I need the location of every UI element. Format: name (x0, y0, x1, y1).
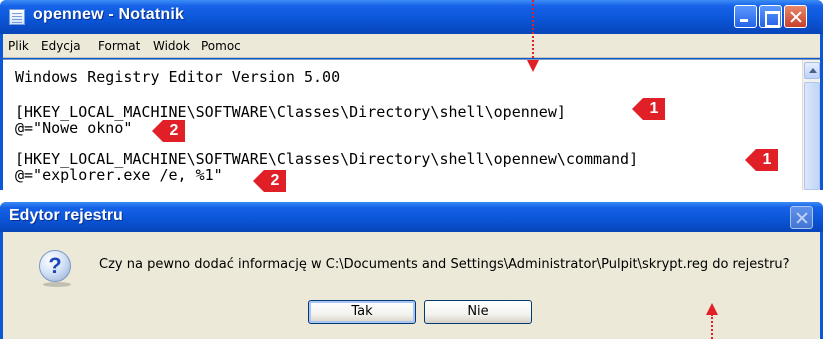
registry-editor-dialog: Edytor rejestru ? Czy na pewno dodać inf… (0, 202, 823, 339)
text-editor[interactable]: Windows Registry Editor Version 5.00 [HK… (3, 59, 820, 190)
notepad-window: opennew - Notatnik Plik Edycja Format Wi… (0, 0, 823, 190)
arrow-down-icon (532, 0, 534, 62)
dialog-titlebar[interactable]: Edytor rejestru (0, 202, 823, 232)
notepad-app-icon (9, 9, 25, 25)
menu-format[interactable]: Format (98, 39, 140, 53)
callout-badge: 2 (253, 170, 286, 192)
menu-view[interactable]: Widok (153, 39, 190, 53)
callout-badge: 1 (745, 149, 778, 171)
dialog-body: ? Czy na pewno dodać informację w C:\Doc… (3, 232, 820, 339)
maximize-button[interactable] (759, 5, 782, 28)
notepad-title: opennew - Notatnik (33, 6, 185, 23)
menu-help[interactable]: Pomoc (201, 39, 241, 53)
scroll-up-arrow-icon[interactable] (804, 62, 820, 79)
menu-file[interactable]: Plik (8, 39, 29, 53)
callout-badge: 2 (152, 120, 185, 142)
close-button[interactable] (784, 5, 807, 28)
notepad-titlebar[interactable]: opennew - Notatnik (0, 0, 823, 34)
code-line: Windows Registry Editor Version 5.00 (15, 68, 341, 86)
menu-bar: Plik Edycja Format Widok Pomoc (3, 34, 820, 58)
dialog-message: Czy na pewno dodać informację w C:\Docum… (99, 257, 790, 272)
code-line: @="explorer.exe /e, %1" (15, 166, 223, 184)
menu-edit[interactable]: Edycja (41, 39, 81, 53)
dialog-close-button[interactable] (790, 206, 813, 229)
question-icon-shadow (43, 282, 71, 287)
dialog-title: Edytor rejestru (9, 207, 123, 224)
arrow-down-head-icon (527, 60, 539, 72)
minimize-button[interactable] (734, 5, 757, 28)
callout-badge: 1 (632, 98, 665, 120)
code-line: @="Nowe okno" (15, 119, 133, 137)
scroll-thumb[interactable] (804, 82, 820, 190)
yes-button[interactable]: Tak (308, 300, 416, 324)
vertical-scrollbar[interactable] (802, 60, 820, 190)
no-button[interactable]: Nie (424, 300, 532, 324)
question-icon: ? (39, 250, 71, 282)
arrow-up-icon (711, 314, 713, 339)
